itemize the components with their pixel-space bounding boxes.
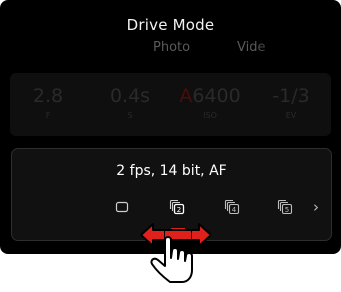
svg-text:4: 4 <box>232 206 237 214</box>
tab-photo[interactable]: Photo <box>153 40 190 55</box>
exposure-strip: 2.8 F 0.4s S A6400 ISO -1/3 EV <box>10 73 331 136</box>
iso-value-wrap: A6400 <box>172 85 248 107</box>
aperture-value: 2.8 <box>32 85 64 107</box>
shutter-readout: 0.4s S <box>92 85 168 120</box>
camera-screen: Drive Mode Photo Vide 2.8 F 0.4s S A6400… <box>0 0 341 254</box>
iso-label: ISO <box>203 111 217 120</box>
continuous-4fps-icon[interactable]: 4 <box>221 197 243 217</box>
svg-text:2: 2 <box>177 206 181 214</box>
continuous-2fps-icon[interactable]: 2 <box>166 197 188 217</box>
svg-text:5: 5 <box>285 206 289 214</box>
ev-readout: -1/3 EV <box>253 85 329 120</box>
shutter-label: S <box>127 111 133 120</box>
single-frame-icon[interactable] <box>111 197 133 217</box>
mode-tabs: Photo Vide <box>0 40 341 58</box>
shutter-value: 0.4s <box>109 85 151 107</box>
chevron-right-icon[interactable]: › <box>313 198 319 216</box>
iso-auto-indicator: A <box>179 85 193 107</box>
drive-mode-options: 2 4 5 › <box>12 197 331 217</box>
iso-readout: A6400 ISO <box>172 85 248 120</box>
ev-value: -1/3 <box>272 85 310 107</box>
continuous-5fps-icon[interactable]: 5 <box>274 197 296 217</box>
ev-label: EV <box>285 111 297 120</box>
iso-value: 6400 <box>192 85 241 107</box>
tab-fade-overlay <box>256 40 296 58</box>
page-title: Drive Mode <box>126 16 215 34</box>
current-drive-setting: 2 fps, 14 bit, AF <box>116 163 227 179</box>
swipe-gesture-icon <box>140 223 212 283</box>
aperture-label: F <box>45 111 51 120</box>
aperture-readout: 2.8 F <box>10 85 86 120</box>
